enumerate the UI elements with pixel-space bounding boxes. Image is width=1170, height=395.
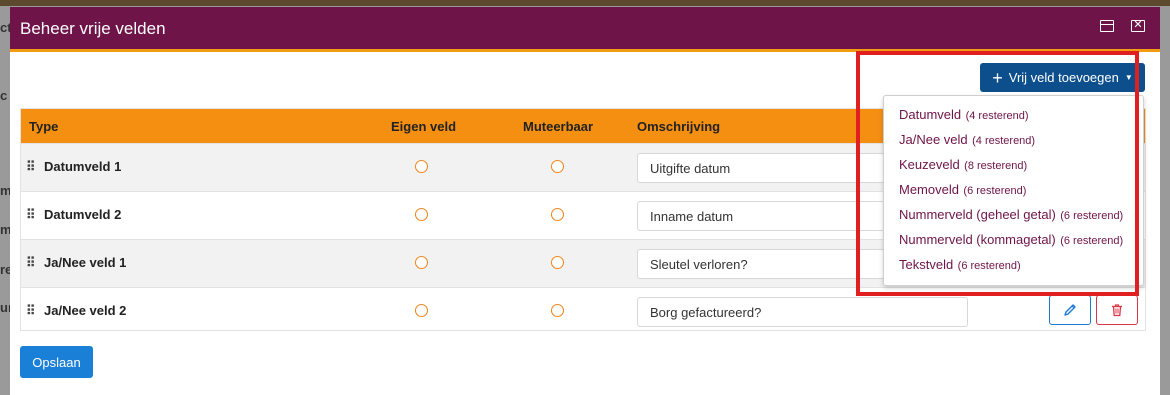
drag-handle-icon[interactable]: ⠿ — [26, 207, 36, 223]
trash-icon — [1112, 304, 1122, 317]
close-icon[interactable]: ✕ — [1131, 20, 1145, 32]
modal-header: Beheer vrije velden ✕ — [10, 7, 1160, 52]
edit-button[interactable] — [1049, 295, 1091, 325]
drag-handle-icon[interactable]: ⠿ — [26, 303, 36, 319]
column-header-own-field: Eigen veld — [391, 119, 457, 134]
own-field-radio[interactable] — [415, 304, 428, 317]
field-type: Datumveld 2 — [44, 207, 122, 222]
column-header-mutable: Muteerbaar — [523, 119, 594, 134]
modal-title: Beheer vrije velden — [20, 19, 166, 38]
field-type: Datumveld 1 — [44, 159, 122, 174]
drag-handle-icon[interactable]: ⠿ — [26, 159, 36, 175]
drag-handle-icon[interactable]: ⠿ — [26, 255, 36, 271]
description-input[interactable] — [637, 297, 968, 327]
save-button[interactable]: Opslaan — [20, 346, 93, 378]
own-field-radio[interactable] — [415, 160, 428, 173]
mutable-radio[interactable] — [551, 256, 564, 269]
mutable-radio[interactable] — [551, 304, 564, 317]
highlight-box — [856, 51, 1139, 296]
mutable-radio[interactable] — [551, 208, 564, 221]
pencil-icon — [1064, 304, 1076, 316]
field-type: Ja/Nee veld 1 — [44, 255, 127, 270]
own-field-radio[interactable] — [415, 208, 428, 221]
background-text: c — [0, 88, 8, 103]
field-type: Ja/Nee veld 2 — [44, 303, 127, 318]
column-header-description: Omschrijving — [637, 119, 721, 134]
mutable-radio[interactable] — [551, 160, 564, 173]
column-header-type: Type — [29, 119, 59, 134]
own-field-radio[interactable] — [415, 256, 428, 269]
delete-button[interactable] — [1096, 295, 1138, 325]
modal-dialog: Beheer vrije velden ✕ + Vrij veld toevoe… — [10, 7, 1160, 395]
window-maximize-icon[interactable] — [1100, 20, 1114, 32]
